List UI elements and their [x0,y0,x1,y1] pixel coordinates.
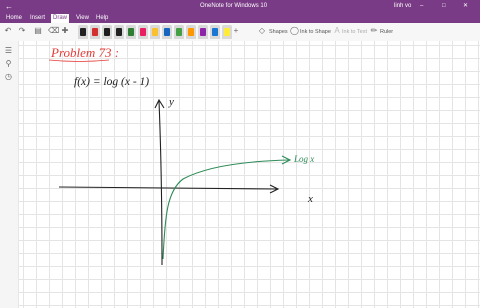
note-canvas[interactable]: Problem 73 : f(x) = log (x - 1) x y Log … [19,41,480,308]
x-axis-label: x [307,193,313,205]
menu-bar: Home Insert Draw View Help [0,13,480,23]
log-curve [162,159,290,260]
navigation-rail: ☰ ⚲ ◷ [0,41,19,308]
y-axis-label: y [168,96,174,108]
menu-home[interactable]: Home [4,14,24,23]
pen-color-swatch [104,28,110,36]
add-pen-icon[interactable]: + [232,27,240,35]
pen-7[interactable] [150,25,160,39]
window-title: OneNote for Windows 10 [200,3,268,9]
pen-color-swatch [116,28,122,36]
pen-8[interactable] [162,25,172,39]
pen-color-swatch [128,28,134,36]
pen-color-swatch [140,28,146,36]
pen-3[interactable] [102,25,112,39]
menu-draw[interactable]: Draw [51,14,70,23]
problem-title-text: Problem 73 : [50,45,119,60]
ruler-button[interactable]: Ruler [380,28,393,36]
pen-4[interactable] [114,25,124,39]
pen-9[interactable] [174,25,184,39]
ink-to-shape-icon[interactable]: ◯ [290,27,299,35]
lasso-select-icon[interactable]: ▤ [34,27,42,35]
pen-10[interactable] [186,25,196,39]
ruler-icon[interactable]: ✏ [370,27,378,35]
recent-notes-icon[interactable]: ◷ [4,72,13,81]
pen-1[interactable] [78,25,88,39]
eraser-icon[interactable]: ⌫ [48,27,59,35]
undo-icon[interactable]: ↶ [4,27,12,35]
ink-to-text-icon: A [334,26,340,35]
user-name[interactable]: linh vo [394,0,411,13]
ink-to-shape-button[interactable]: Ink to Shape [300,28,331,36]
pen-color-swatch [92,28,98,36]
title-bar: ← OneNote for Windows 10 linh vo – □ ✕ [0,0,480,13]
problem-title: Problem 73 : [48,45,119,62]
pen-11[interactable] [198,25,208,39]
curve-label: Log x [293,154,314,164]
redo-icon[interactable]: ↷ [18,27,26,35]
pen-2[interactable] [90,25,100,39]
y-axis [158,100,163,266]
pen-color-swatch [176,28,182,36]
pen-color-swatch [188,28,194,36]
pen-13[interactable] [222,25,232,39]
pen-color-swatch [80,28,86,36]
minimize-icon[interactable]: – [420,0,423,13]
pen-color-swatch [224,28,230,36]
ink-to-text-button[interactable]: Ink to Text [342,28,367,36]
x-axis [58,186,278,190]
menu-view[interactable]: View [74,14,91,23]
function-equation: f(x) = log (x - 1) [74,76,149,88]
menu-insert[interactable]: Insert [28,14,47,23]
pen-color-swatch [164,28,170,36]
search-icon[interactable]: ⚲ [4,59,13,68]
shapes-icon[interactable]: ◇ [258,27,266,35]
hamburger-menu-icon[interactable]: ☰ [4,46,13,55]
pen-5[interactable] [126,25,136,39]
back-arrow-icon[interactable]: ← [5,0,13,13]
ink-layer: Problem 73 : f(x) = log (x - 1) x y Log … [48,45,314,266]
add-space-icon[interactable]: ✚ [61,27,69,35]
maximize-icon[interactable]: □ [442,0,446,13]
pen-color-swatch [200,28,206,36]
pen-color-swatch [212,28,218,36]
pen-12[interactable] [210,25,220,39]
menu-help[interactable]: Help [94,14,110,23]
shapes-button[interactable]: Shapes [269,28,288,36]
draw-toolbar: ↶ ↷ ▤ ⌫ ✚ + ◇ Shapes ◯ Ink to Shape A In… [0,23,480,42]
pen-6[interactable] [138,25,148,39]
title-underline [48,59,110,62]
close-icon[interactable]: ✕ [463,0,468,13]
pen-color-swatch [152,28,158,36]
